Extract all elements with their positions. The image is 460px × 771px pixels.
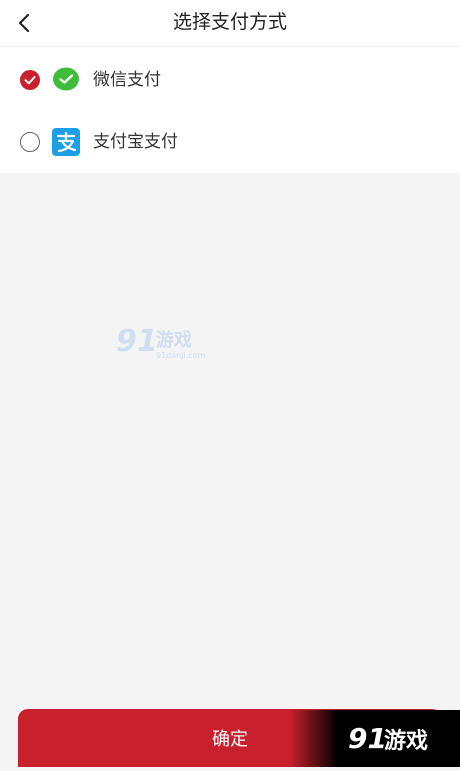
page-title: 选择支付方式 [172,11,287,33]
svg-text:游戏: 游戏 [384,728,428,754]
svg-text:91: 91 [116,324,158,359]
svg-text:91danji.com: 91danji.com [156,351,206,360]
svg-text:91: 91 [348,722,387,755]
radio-unchecked[interactable] [20,132,40,152]
svg-text:游戏: 游戏 [156,329,192,351]
radio-checked[interactable] [20,70,40,90]
header-bar: 选择支付方式 [0,0,460,47]
payment-option-label: 支付宝支付 [93,132,178,152]
payment-option-label: 微信支付 [93,70,161,90]
checkmark-icon [24,76,36,85]
payment-option-alipay[interactable]: 支付宝支付 [0,111,460,173]
corner-watermark-logo: 91 游戏 [290,710,460,767]
wechat-icon [52,66,80,94]
watermark-logo: 91 游戏 91danji.com [116,320,212,364]
payment-option-wechat[interactable]: 微信支付 [0,49,460,111]
payment-method-list: 微信支付 支付宝支付 [0,47,460,173]
alipay-icon [52,128,80,156]
